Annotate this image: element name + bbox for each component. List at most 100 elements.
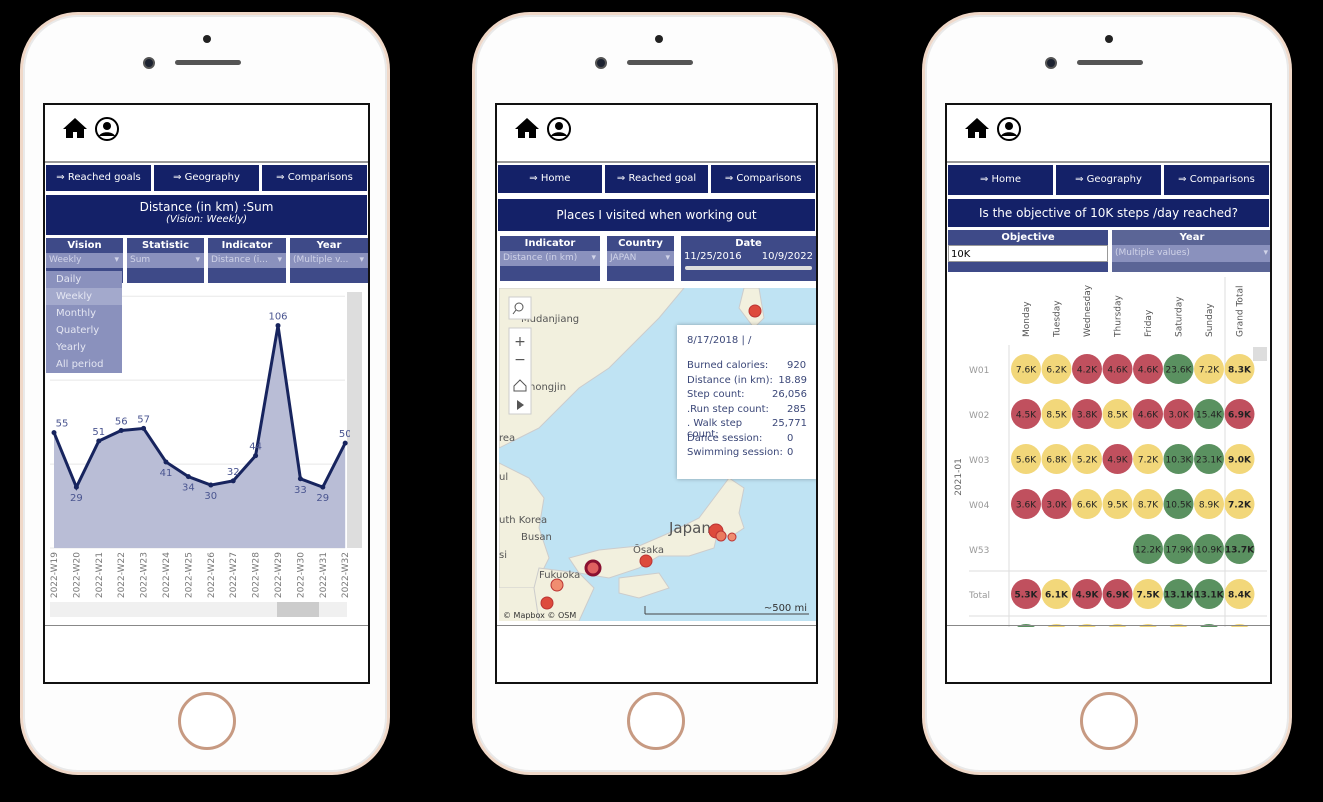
data-point[interactable] [320,484,326,490]
vision-option[interactable]: Monthly [46,305,122,322]
row-group-label: 2021-01 [954,458,964,496]
nav-comparisons[interactable]: ⇒ Comparisons [1164,165,1269,195]
vision-option[interactable]: Daily [46,271,122,288]
map-point[interactable] [639,554,653,568]
home-icon[interactable] [515,117,539,139]
year-dropdown[interactable]: (Multiple values) [1112,245,1270,262]
vision-dropdown-menu: Daily Weekly Monthly Quaterly Yearly All peri… [46,271,122,373]
tooltip-label: Step count: [687,389,745,400]
map-point[interactable] [584,559,602,577]
data-point[interactable] [96,438,102,444]
map-label: Ōsaka [633,543,664,556]
nav-home[interactable]: ⇒ Home [948,165,1053,195]
column-header: Wednesday [1083,284,1093,337]
home-button[interactable] [627,692,685,750]
data-point[interactable] [230,478,236,484]
year-dropdown[interactable]: (Multiple v... [290,253,368,268]
phone-3: ⇒ Home ⇒ Geography ⇒ Comparisons Is the … [922,12,1292,775]
data-point[interactable] [185,474,191,480]
heat-value: 9.5K [1107,501,1128,511]
heatmap: Monday Tuesday Wednesday Thursday Friday Satu… [954,277,1267,627]
home-button[interactable] [1080,692,1138,750]
zoom-in-icon[interactable]: + [514,334,526,350]
heat-value: 10.9K [1196,546,1223,556]
page-title: Is the objective of 10K steps /day reach… [948,199,1269,227]
data-point[interactable] [342,440,348,446]
data-point[interactable] [253,453,259,459]
user-icon[interactable] [547,117,571,141]
data-label: 34 [182,483,195,494]
nav-geography[interactable]: ⇒ Geography [1056,165,1161,195]
country-dropdown[interactable]: JAPAN [607,251,674,266]
data-label: 57 [137,414,150,425]
heat-value: 12.2K [1135,546,1162,556]
data-label: 33 [294,485,307,496]
data-point[interactable] [208,482,214,488]
heat-value: 4.9K [1076,591,1100,601]
tooltip-label: Burned calories: [687,360,769,371]
user-icon[interactable] [997,117,1021,141]
data-point[interactable] [51,430,57,436]
data-point[interactable] [118,427,124,433]
vision-dropdown[interactable]: Weekly [46,253,123,268]
header [947,105,1270,163]
data-point[interactable] [141,425,147,431]
data-point[interactable] [297,476,303,482]
sensor [655,35,663,43]
tooltip-row: . Walk step count: 25,771 [687,418,807,440]
nav-reached-goal[interactable]: ⇒ Reached goal [604,165,709,193]
camera [595,57,607,69]
nav-home[interactable]: ⇒ Home [498,165,602,193]
indicator-dropdown[interactable]: Distance (in km) [500,251,600,266]
filter-label: Objective [1001,232,1055,243]
indicator-dropdown[interactable]: Distance (i... [208,253,286,268]
data-label: 29 [316,493,329,504]
speaker [175,60,241,65]
home-button[interactable] [178,692,236,750]
data-point[interactable] [275,323,281,329]
map-point[interactable] [540,596,554,610]
filter-label: Year [316,240,342,251]
map-point[interactable] [550,578,564,592]
heat-value: 3.6K [1016,501,1037,511]
x-tick-label: 2022-W20 [72,552,82,598]
user-icon[interactable] [95,117,119,141]
tooltip-row: Distance (in km): 18.89 [687,375,807,390]
vision-option[interactable]: Yearly [46,339,122,356]
filter-label: Country [618,238,663,249]
objective-input[interactable]: 10K [948,245,1108,262]
scroll-thumb[interactable] [277,602,319,617]
heat-value: 3.0K [1046,501,1067,511]
data-point[interactable] [73,484,79,490]
data-point[interactable] [163,459,169,465]
column-header: Sunday [1205,303,1215,337]
map-scale: ~500 mi [764,603,807,614]
nav-comparisons[interactable]: ⇒ Comparisons [711,165,816,193]
map-search-button[interactable] [508,296,532,320]
nav-reached-goals[interactable]: ⇒ Reached goals [46,165,151,191]
map-point[interactable] [748,304,762,318]
horizontal-scrollbar[interactable] [50,602,347,617]
filter-year: Year (Multiple v... [290,238,368,283]
data-label: 55 [56,419,69,430]
vision-option[interactable]: Quaterly [46,322,122,339]
statistic-dropdown[interactable]: Sum [127,253,204,268]
zoom-out-icon[interactable]: − [514,352,526,368]
sensor [1105,35,1113,43]
heat-value: 6.2K [1046,366,1067,376]
x-tick-label: 2022-W29 [274,552,284,598]
map-point[interactable] [727,532,737,542]
home-icon[interactable] [965,117,989,139]
tooltip-row: Step count: 26,056 [687,389,807,404]
vertical-scrollbar[interactable] [1253,347,1267,361]
vision-option[interactable]: All period [46,356,122,373]
tooltip-row: Dance session: 0 [687,433,807,448]
nav-comparisons[interactable]: ⇒ Comparisons [262,165,367,191]
heat-value: 4.6K [1138,411,1159,421]
page-title: Places I visited when working out [498,199,815,231]
vision-option[interactable]: Weekly [46,288,122,305]
date-range-slider[interactable] [685,266,812,270]
home-icon[interactable] [63,117,87,139]
map-point[interactable] [715,530,727,542]
nav-geography[interactable]: ⇒ Geography [154,165,259,191]
